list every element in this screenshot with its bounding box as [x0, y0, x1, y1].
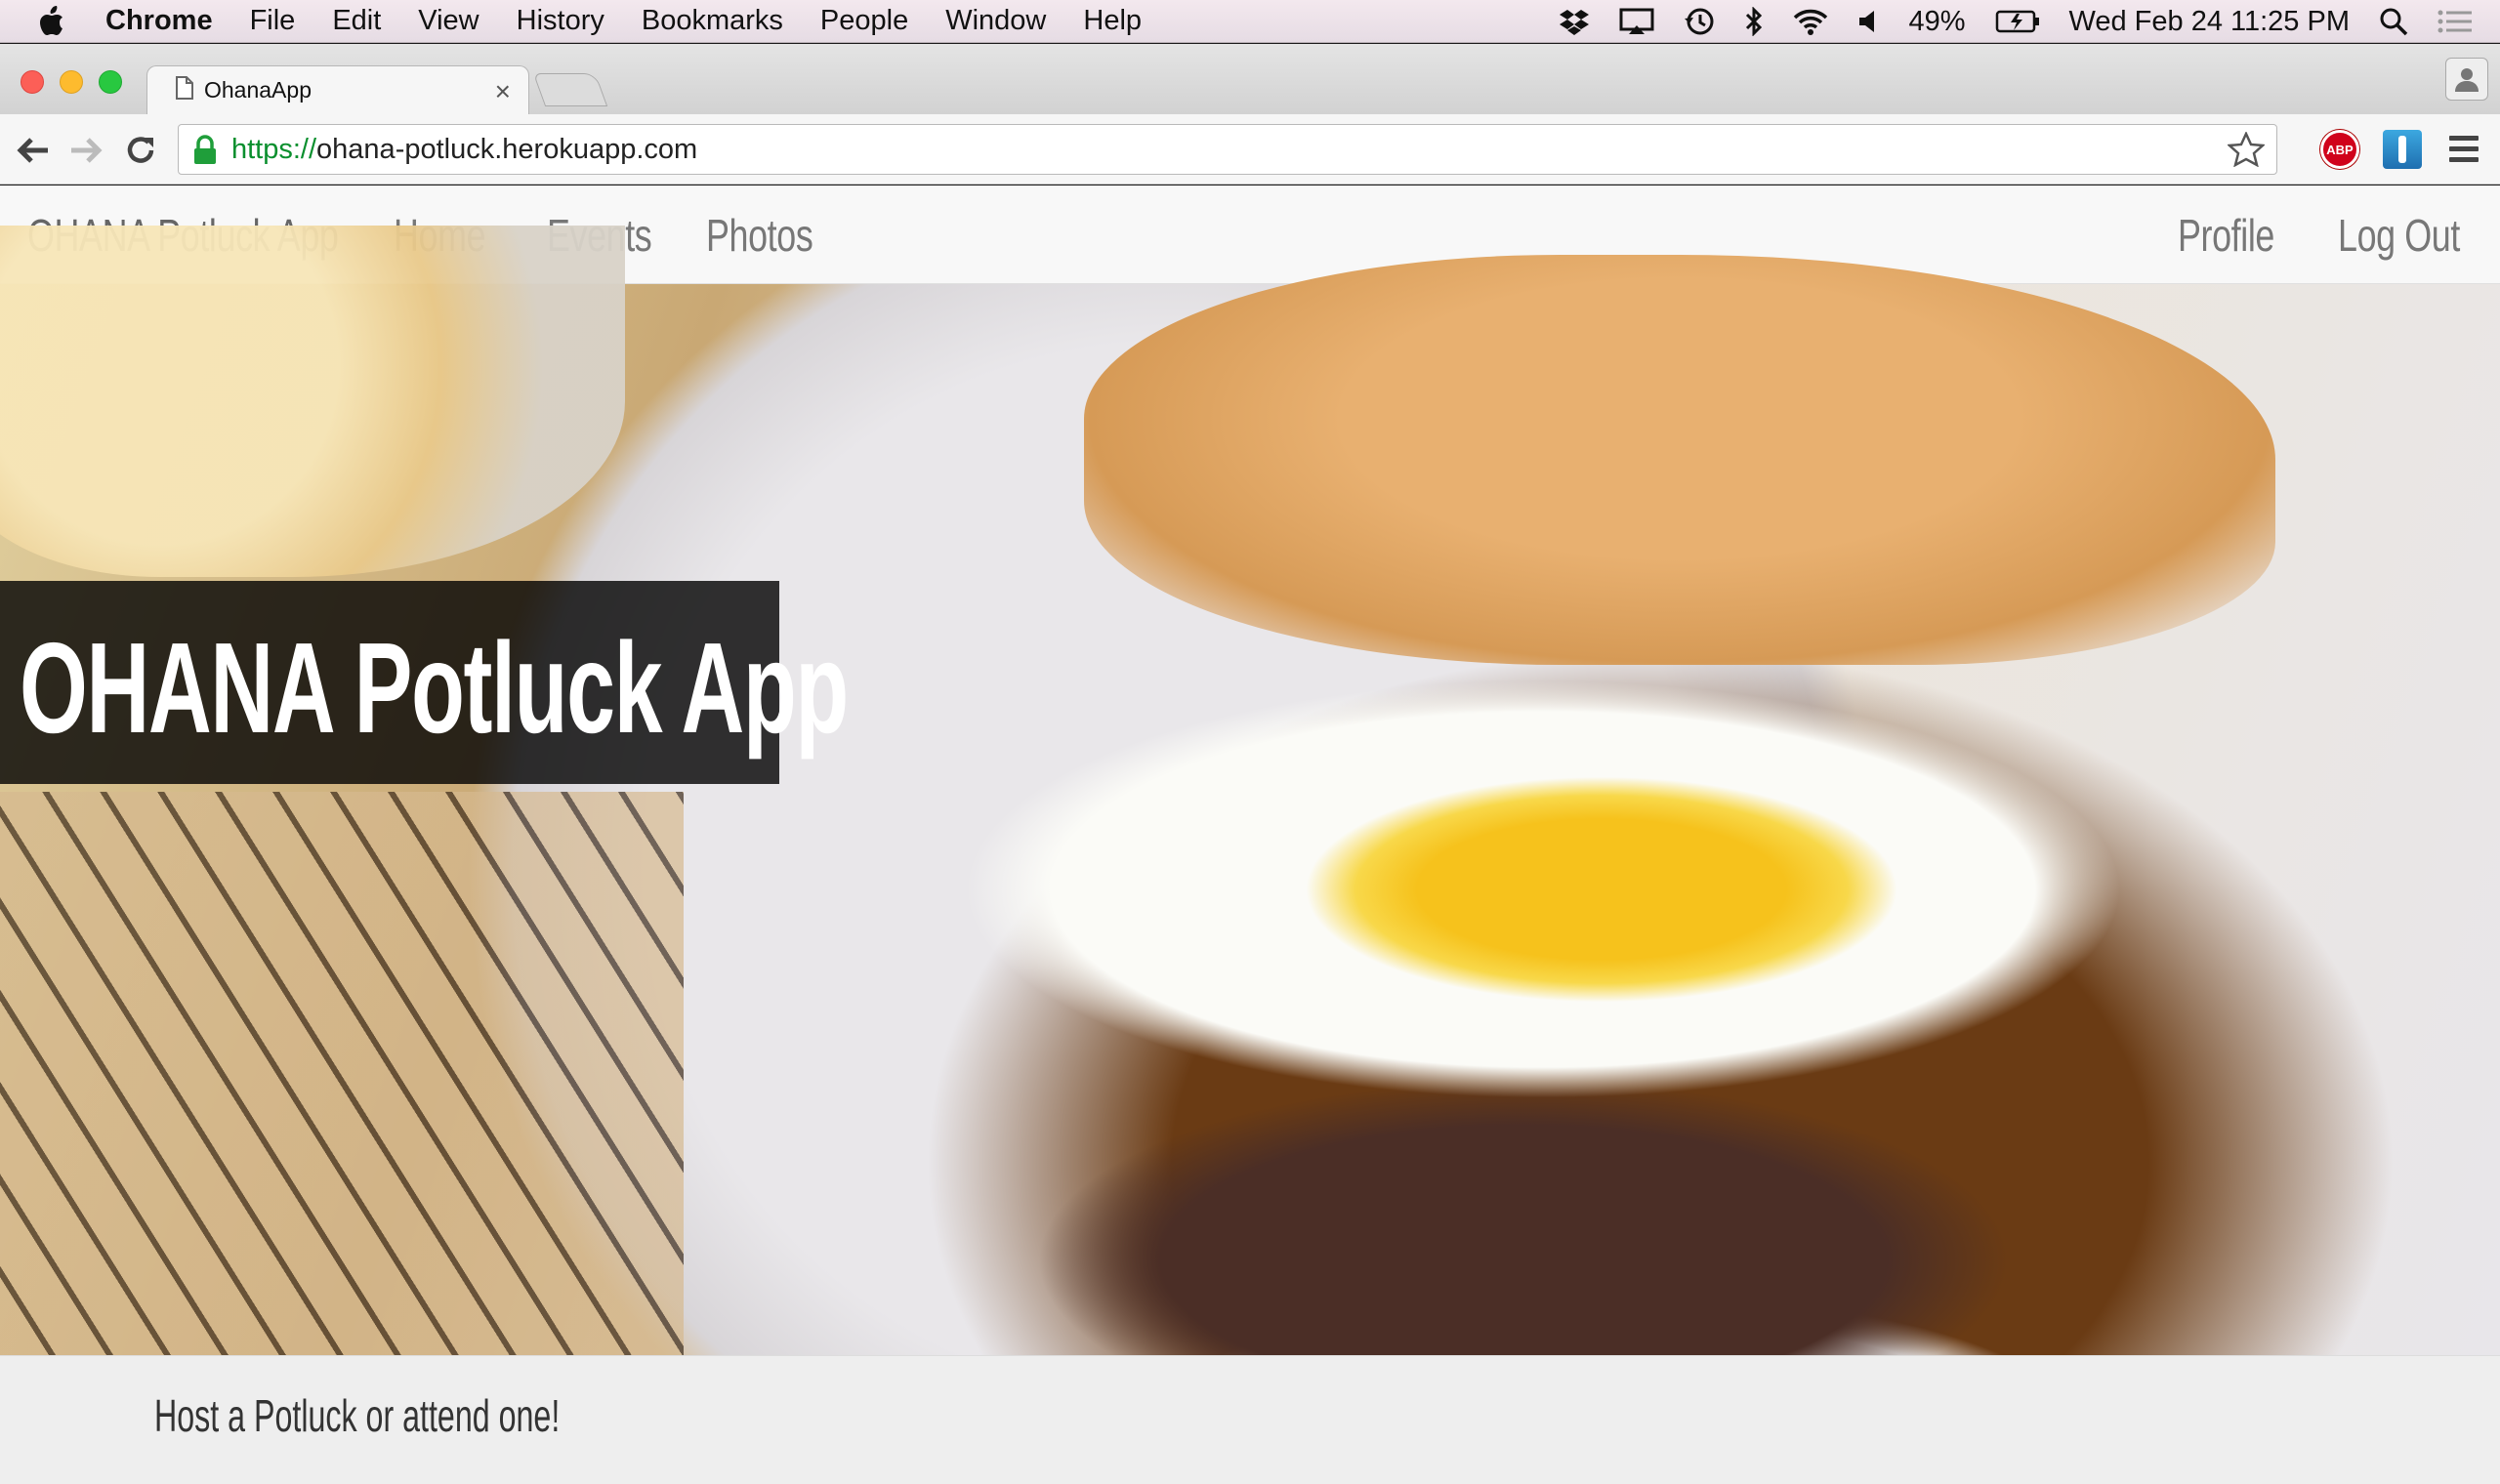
tagline-section: Host a Potluck or attend one!: [0, 1355, 2500, 1484]
hero-image-bamboo-mat: [0, 792, 684, 1358]
tab-ohanaapp[interactable]: OhanaApp ×: [146, 65, 529, 114]
address-bar[interactable]: https:// ohana-potluck.herokuapp.com: [178, 124, 2277, 175]
forward-arrow-icon: [71, 138, 103, 163]
tab-title: OhanaApp: [204, 77, 312, 103]
menu-view[interactable]: View: [418, 5, 479, 37]
time-machine-icon[interactable]: [1684, 7, 1715, 36]
wifi-icon[interactable]: [1793, 8, 1828, 35]
tab-close-icon[interactable]: ×: [495, 76, 511, 107]
url-scheme: https://: [231, 133, 317, 165]
page-icon: [175, 75, 194, 106]
reload-button[interactable]: [121, 134, 160, 167]
extension-icon[interactable]: [2383, 130, 2422, 169]
menu-help[interactable]: Help: [1083, 5, 1142, 37]
back-button[interactable]: [14, 134, 53, 167]
hero-image-katsu: [1084, 255, 2275, 665]
tagline-text: Host a Potluck or attend one!: [154, 1390, 561, 1441]
airplay-icon[interactable]: [1619, 8, 1654, 35]
nav-log-out[interactable]: Log Out: [2338, 209, 2460, 262]
nav-photos[interactable]: Photos: [706, 209, 813, 262]
window-zoom-button[interactable]: [99, 70, 122, 94]
battery-percent[interactable]: 49%: [1908, 6, 1965, 38]
reload-icon: [127, 137, 154, 163]
url-host: ohana-potluck.herokuapp.com: [316, 133, 698, 165]
menu-edit[interactable]: Edit: [332, 5, 381, 37]
apple-icon[interactable]: [37, 5, 76, 36]
lock-icon[interactable]: [192, 135, 218, 174]
window-minimize-button[interactable]: [60, 70, 83, 94]
hero-image-macaroni-salad: [0, 226, 625, 577]
mac-menu-bar: Chrome File Edit View History Bookmarks …: [0, 0, 2500, 43]
new-tab-button[interactable]: [532, 73, 608, 106]
bluetooth-icon[interactable]: [1744, 7, 1764, 36]
notification-center-icon[interactable]: [2438, 9, 2473, 34]
chrome-tab-strip: OhanaApp ×: [0, 44, 2500, 114]
adblock-extension-button[interactable]: ABP: [2320, 130, 2359, 169]
menu-file[interactable]: File: [250, 5, 296, 37]
back-arrow-icon: [17, 138, 48, 163]
volume-icon[interactable]: [1857, 9, 1879, 34]
nav-profile[interactable]: Profile: [2178, 209, 2274, 262]
chrome-menu-icon[interactable]: [2449, 136, 2479, 168]
clock[interactable]: Wed Feb 24 11:25 PM: [2069, 6, 2350, 38]
hero-title: OHANA Potluck App: [20, 616, 849, 760]
forward-button[interactable]: [66, 134, 105, 167]
hero-banner: OHANA Potluck App: [0, 226, 2500, 1358]
person-icon: [2455, 68, 2479, 92]
menu-app-name[interactable]: Chrome: [105, 5, 213, 37]
menu-people[interactable]: People: [820, 5, 908, 37]
menu-bookmarks[interactable]: Bookmarks: [642, 5, 783, 37]
menu-history[interactable]: History: [517, 5, 604, 37]
spotlight-icon[interactable]: [2379, 7, 2408, 36]
profile-menu-button[interactable]: [2445, 58, 2488, 101]
web-page: OHANA Potluck App Home Events Photos Pro…: [0, 186, 2500, 1484]
dropbox-icon[interactable]: [1559, 8, 1590, 35]
status-area: 49% Wed Feb 24 11:25 PM: [1559, 0, 2473, 43]
bookmark-star-icon[interactable]: [2226, 130, 2267, 175]
browser-toolbar: https:// ohana-potluck.herokuapp.com ABP: [0, 114, 2500, 185]
window-close-button[interactable]: [21, 70, 44, 94]
menu-window[interactable]: Window: [945, 5, 1046, 37]
hero-title-overlay: OHANA Potluck App: [0, 581, 849, 784]
battery-icon[interactable]: [1995, 9, 2040, 34]
